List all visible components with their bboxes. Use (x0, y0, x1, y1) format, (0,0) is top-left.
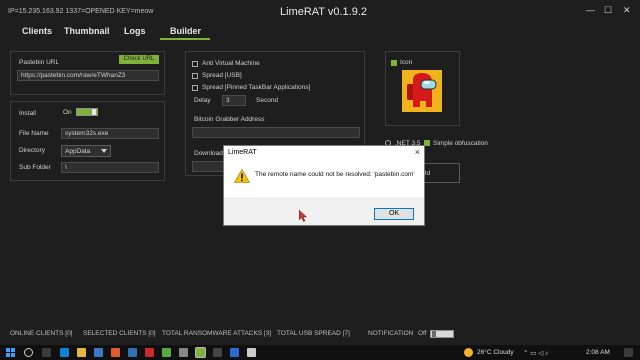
taskbar: 26°C Cloudy ⌃ ▭ ◁ ♪ 2:08 AM (0, 345, 640, 360)
crewmate-icon (407, 73, 437, 107)
delay-unit: Second (256, 97, 279, 104)
install-label: Install (19, 110, 36, 117)
icon-label: Icon (400, 59, 413, 66)
error-dialog: LimeRAT × The remote name could not be r… (223, 145, 425, 226)
tab-clients[interactable]: Clients (22, 26, 52, 36)
usb-spread: TOTAL USB SPREAD [7] (277, 330, 350, 337)
file-name-input[interactable]: system32s.exe (61, 128, 159, 139)
check-url-button[interactable]: Check URL (119, 55, 159, 64)
bitcoin-label: Bitcoin Grabber Address (194, 116, 265, 123)
anti-vm-checkbox[interactable] (192, 61, 198, 67)
weather-text[interactable]: 26°C Cloudy (477, 349, 514, 356)
build-button-label: ld (425, 170, 431, 177)
dialog-close-icon[interactable]: × (415, 147, 420, 157)
install-toggle[interactable] (76, 108, 98, 116)
anti-vm-label: Anti Virtual Machine (202, 60, 260, 67)
download-label: Download (194, 150, 223, 157)
dialog-body: The remote name could not be resolved: '… (224, 159, 424, 197)
directory-label: Directory (19, 147, 46, 154)
selected-clients: SELECTED CLIENTS [0] (83, 330, 156, 337)
tab-thumbnail[interactable]: Thumbnail (64, 26, 110, 36)
ok-button[interactable]: OK (374, 208, 414, 220)
sub-folder-input[interactable]: \ (61, 162, 159, 173)
tab-bar: Clients Thumbnail Logs Builder (0, 24, 640, 40)
connection-info: IP=15.235.163.92 1337=OPENED KEY=meow (8, 8, 154, 15)
maximize-button[interactable]: ☐ (604, 5, 612, 16)
notification-state: Off (418, 330, 427, 337)
pastebin-label: Pastebin URL (19, 59, 60, 66)
close-button[interactable]: ✕ (623, 5, 631, 16)
task-view-icon[interactable] (42, 348, 51, 357)
app-gray-icon[interactable] (179, 348, 188, 357)
icon-preview[interactable] (402, 70, 442, 112)
file-name-label: File Name (19, 130, 49, 137)
icon-panel: Icon (385, 51, 460, 126)
window-title: LimeRAT v0.1.9.2 (280, 6, 368, 18)
system-tray-icons[interactable]: ⌃ ▭ ◁ ♪ (523, 349, 548, 357)
delay-label: Delay (194, 97, 211, 104)
dialog-title: LimeRAT (228, 149, 257, 156)
spread-pinned-checkbox[interactable] (192, 85, 198, 91)
sub-folder-label: Sub Folder (19, 164, 51, 171)
dialog-message: The remote name could not be resolved: '… (255, 171, 415, 178)
title-bar: IP=15.235.163.92 1337=OPENED KEY=meow Li… (0, 0, 640, 24)
firefox-icon[interactable] (111, 348, 120, 357)
search-icon[interactable] (24, 348, 33, 357)
dialog-title-bar: LimeRAT × (224, 146, 424, 159)
app-green-icon[interactable] (162, 348, 171, 357)
minimize-button[interactable]: — (586, 5, 595, 15)
store-icon[interactable] (94, 348, 103, 357)
obfuscation-label: Simple obfuscation (433, 140, 488, 147)
file-explorer-icon[interactable] (77, 348, 86, 357)
directory-select[interactable]: AppData (61, 145, 111, 157)
edge-icon[interactable] (60, 348, 69, 357)
spread-pinned-label: Spread [Pinned TaskBar Applications] (202, 84, 311, 91)
delay-input[interactable]: 3 (222, 95, 246, 106)
tab-logs[interactable]: Logs (124, 26, 146, 36)
pastebin-panel: Pastebin URL Check URL https://pastebin.… (10, 51, 165, 95)
chevron-down-icon (101, 149, 107, 153)
online-clients: ONLINE CLIENTS [0] (10, 330, 73, 337)
terminal-icon[interactable] (213, 348, 222, 357)
bitcoin-input[interactable] (192, 127, 360, 138)
directory-value: AppData (65, 148, 91, 155)
ransomware-attacks: TOTAL RANSOMWARE ATTACKS [3] (162, 330, 272, 337)
pastebin-url-input[interactable]: https://pastebin.com/raw/eTWhanZ3 (17, 70, 159, 81)
notification-toggle[interactable] (430, 330, 454, 338)
notification-label: NOTIFICATION (368, 330, 414, 337)
word-icon[interactable] (128, 348, 137, 357)
spread-usb-checkbox[interactable] (192, 73, 198, 79)
app-blue-icon[interactable] (230, 348, 239, 357)
icon-checkbox[interactable] (391, 60, 397, 66)
windows-start-icon[interactable] (6, 348, 15, 357)
active-tab-indicator (160, 38, 210, 40)
warning-icon (234, 169, 250, 183)
notifications-icon[interactable] (624, 348, 633, 357)
app-light-icon[interactable] (247, 348, 256, 357)
app-red-icon[interactable] (145, 348, 154, 357)
clock[interactable]: 2:08 AM (586, 349, 610, 356)
spread-usb-label: Spread [USB] (202, 72, 242, 79)
limerat-taskbar-icon[interactable] (195, 347, 206, 358)
tab-builder[interactable]: Builder (170, 26, 201, 36)
install-panel: Install On File Name system32s.exe Direc… (10, 101, 165, 181)
weather-icon[interactable] (464, 348, 473, 357)
install-toggle-state: On (63, 109, 72, 116)
cursor-icon (299, 210, 308, 222)
